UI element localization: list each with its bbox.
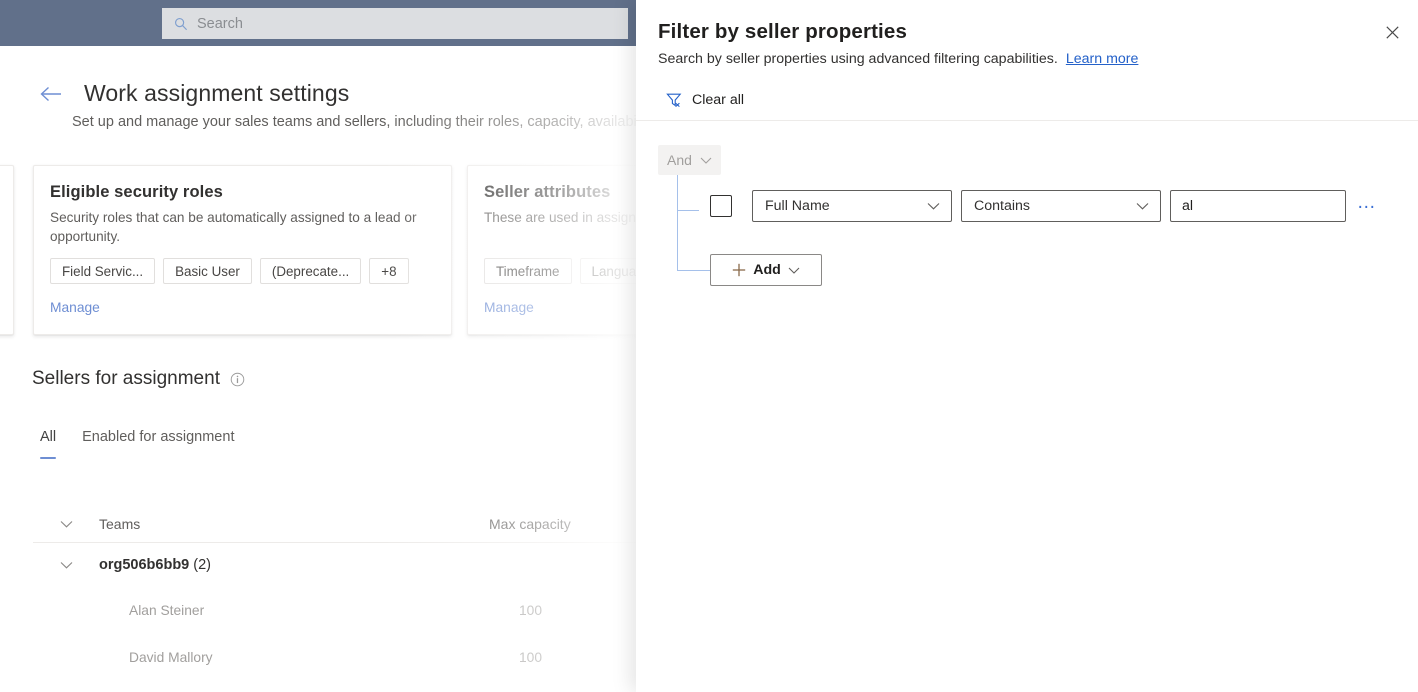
column-header-max-capacity[interactable]: Max capacity [489,516,609,532]
table-row[interactable]: David Mallory 100 [33,634,673,681]
chevron-down-icon [60,562,72,569]
card-description: Security roles that can be automatically… [50,210,417,244]
chevron-down-icon [927,203,940,210]
filter-clear-icon [666,93,682,108]
table-group-row[interactable]: org506b6bb9 (2) [33,543,673,587]
learn-more-link[interactable]: Learn more [1066,51,1139,67]
panel-close-button[interactable] [1375,15,1409,49]
tab-all[interactable]: All [40,429,57,459]
condition-operator-dropdown[interactable]: Contains [961,190,1161,222]
filter-builder: And Full Name Contains al … Add [636,120,1418,692]
tab-label: All [40,429,57,445]
condition-field-value: Full Name [765,198,830,214]
plus-icon [733,263,746,277]
back-arrow-icon[interactable] [40,85,62,103]
tree-connector-vertical [677,175,678,271]
page-header: Work assignment settings [40,80,349,107]
chip[interactable]: (Deprecate... [259,258,362,284]
chip[interactable]: Timeframe [484,258,572,284]
sellers-tabs: All Enabled for assignment [40,429,234,459]
chip-overflow-count[interactable]: +8 [369,258,409,284]
add-condition-button[interactable]: Add [710,254,822,286]
condition-operator-value: Contains [974,198,1030,214]
global-search-placeholder: Search [197,15,243,32]
info-icon[interactable] [230,372,245,387]
group-label: org506b6bb9 (2) [99,557,211,573]
chevron-down-icon [700,157,712,164]
seller-name: Alan Steiner [129,603,205,618]
sellers-for-assignment-header: Sellers for assignment [32,368,245,390]
panel-description: Search by seller properties using advanc… [658,51,1058,67]
filter-panel: Filter by seller properties Search by se… [636,0,1418,692]
filter-condition-row: Full Name Contains … [710,190,1383,222]
group-name: org506b6bb9 [99,557,190,573]
tab-label: Enabled for assignment [82,429,235,445]
logical-operator-label: And [667,152,692,168]
column-header-teams[interactable]: Teams [99,516,489,532]
card-eligible-security-roles: Eligible security roles Security roles t… [33,165,452,335]
condition-select-checkbox[interactable] [710,195,732,217]
panel-title: Filter by seller properties [658,20,907,43]
page-subtitle: Set up and manage your sales teams and s… [72,114,667,130]
tree-connector-branch-add [677,270,711,271]
panel-description-row: Search by seller properties using advanc… [658,51,1138,67]
group-count: (2) [193,557,211,573]
seller-name: David Mallory [129,650,213,665]
card-partial-offscreen [0,165,14,335]
logical-operator-dropdown[interactable]: And [658,145,721,175]
condition-field-dropdown[interactable]: Full Name [752,190,952,222]
seller-max-capacity: 100 [519,650,543,665]
table-header-row: Teams Max capacity [33,505,673,543]
clear-all-label: Clear all [692,92,745,108]
manage-security-roles-link[interactable]: Manage [50,300,100,315]
seller-attribute-chip-list: Timeframe Langua [484,258,649,284]
sellers-table: Teams Max capacity org506b6bb9 (2) Alan S… [33,505,673,681]
table-row[interactable]: Alan Steiner 100 [33,587,673,634]
section-title: Sellers for assignment [32,368,220,389]
security-role-chip-list: Field Servic... Basic User (Deprecate...… [50,258,409,284]
card-title: Eligible security roles [50,183,223,201]
chevron-down-icon [1136,203,1149,210]
card-title: Seller attributes [484,183,611,201]
condition-value-input[interactable] [1170,190,1346,222]
add-button-label: Add [753,262,781,278]
chip[interactable]: Basic User [163,258,252,284]
seller-max-capacity: 100 [519,603,543,618]
search-icon [175,17,188,30]
condition-more-options-button[interactable]: … [1351,190,1383,222]
chip[interactable]: Field Servic... [50,258,156,284]
clear-all-button[interactable]: Clear all [666,86,744,114]
screen-root: Search Work assignment settings Set up a… [0,0,1418,692]
chevron-down-icon [788,267,800,274]
chevron-down-icon [60,520,72,528]
close-icon [1385,25,1399,39]
tree-connector-branch-condition [677,210,699,211]
group-expand-toggle[interactable] [33,561,99,569]
page-title: Work assignment settings [84,80,350,106]
global-search-box[interactable]: Search [162,8,628,39]
header-expand-toggle[interactable] [33,520,99,528]
tab-enabled-for-assignment[interactable]: Enabled for assignment [82,429,234,459]
manage-seller-attributes-link[interactable]: Manage [484,300,534,315]
